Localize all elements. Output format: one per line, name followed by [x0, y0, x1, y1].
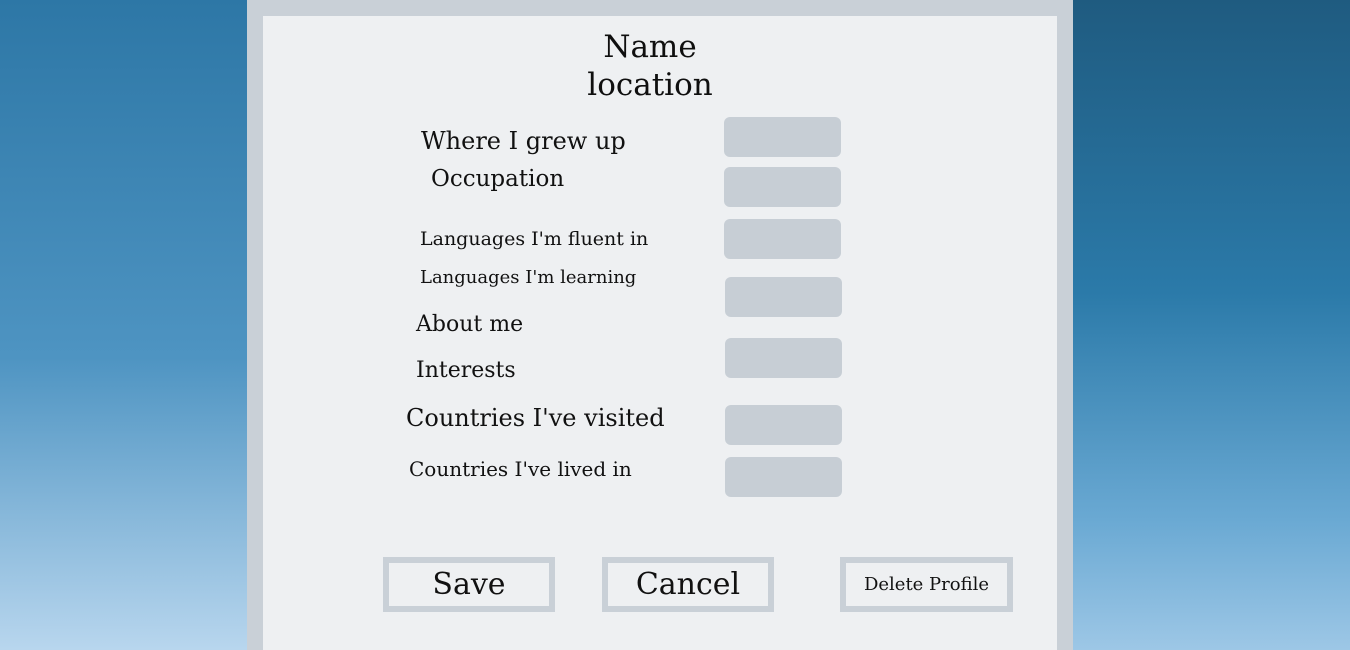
label-languages-learning: Languages I'm learning [420, 267, 637, 288]
save-button[interactable]: Save [383, 557, 555, 612]
delete-profile-button[interactable]: Delete Profile [840, 557, 1013, 612]
label-countries-lived: Countries I've lived in [409, 457, 632, 481]
about-me-input[interactable] [725, 338, 842, 378]
profile-panel [263, 16, 1057, 650]
profile-location-heading: location [587, 67, 713, 103]
label-interests: Interests [416, 358, 516, 383]
background-left [0, 0, 247, 650]
occupation-input[interactable] [724, 167, 841, 207]
countries-visited-input[interactable] [725, 405, 842, 445]
where-i-grew-up-input[interactable] [724, 117, 841, 157]
label-where-i-grew-up: Where I grew up [421, 127, 626, 155]
label-occupation: Occupation [431, 166, 565, 192]
languages-fluent-input[interactable] [724, 219, 841, 259]
label-countries-visited: Countries I've visited [406, 404, 665, 432]
cancel-button[interactable]: Cancel [602, 557, 774, 612]
background-right [1073, 0, 1350, 650]
profile-name-heading: Name [603, 29, 697, 65]
label-about-me: About me [416, 312, 524, 337]
languages-learning-input[interactable] [725, 277, 842, 317]
countries-lived-input[interactable] [725, 457, 842, 497]
label-languages-fluent: Languages I'm fluent in [420, 228, 649, 250]
